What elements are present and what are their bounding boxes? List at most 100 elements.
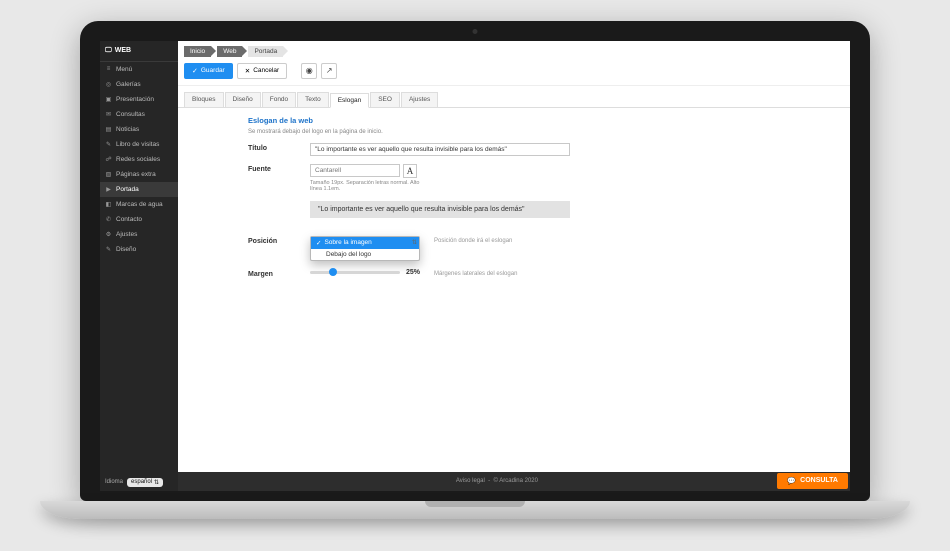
posicion-option-0-label: Sobre la imagen (324, 239, 371, 246)
sidebar-item-label: Consultas (116, 111, 145, 118)
main-area: Inicio Web Portada ✓ Guardar ✕ Cancelar (178, 41, 850, 491)
sidebar-item-label: Contacto (116, 216, 142, 223)
menú-icon: ≡ (105, 66, 112, 73)
margen-value: 25% (406, 269, 420, 276)
sidebar-item-label: Marcas de agua (116, 201, 163, 208)
sidebar-item-redes-sociales[interactable]: ☍ Redes sociales (100, 152, 178, 167)
redes-sociales-icon: ☍ (105, 156, 112, 163)
cancel-label: Cancelar (253, 67, 279, 74)
slogan-preview: "Lo importante es ver aquello que result… (310, 201, 570, 218)
cancel-button[interactable]: ✕ Cancelar (237, 63, 287, 79)
chevron-updown-icon: ⇅ (154, 479, 159, 486)
preview-eye-button[interactable]: ◉ (301, 63, 317, 79)
noticias-icon: ▤ (105, 126, 112, 133)
tab-ajustes[interactable]: Ajustes (401, 92, 438, 107)
footer: Aviso legal - © Arcadina 2020 f 𝕏 ▶ ◻ (178, 472, 850, 491)
sidebar-item-portada[interactable]: ▶ Portada (100, 182, 178, 197)
margen-slider[interactable] (310, 271, 400, 274)
sidebar-item-label: Noticias (116, 126, 139, 133)
section-title: Eslogan de la web (248, 116, 842, 125)
tab-diseño[interactable]: Diseño (225, 92, 261, 107)
margen-label: Margen (248, 269, 296, 278)
close-icon: ✕ (245, 67, 250, 75)
font-icon: A (407, 166, 414, 176)
font-picker-button[interactable]: A (403, 164, 417, 178)
sidebar: 🖵 WEB ≡ Menú ◎ Galerías ▣ Presentación ✉ Consul… (100, 41, 178, 491)
breadcrumb-item-web[interactable]: Web (217, 46, 242, 57)
brand-label: WEB (115, 47, 131, 54)
language-selector-row: Idioma español ⇅ (100, 474, 178, 491)
toolbar: ✓ Guardar ✕ Cancelar ◉ ↗ (178, 60, 850, 86)
contacto-icon: ✆ (105, 216, 112, 223)
ajustes-icon: ⚙ (105, 231, 112, 238)
sidebar-item-ajustes[interactable]: ⚙ Ajustes (100, 227, 178, 242)
tabs: BloquesDiseñoFondoTextoEsloganSEOAjustes (178, 86, 850, 108)
posicion-option-selected[interactable]: ✓ Sobre la imagen (311, 237, 419, 249)
sidebar-item-label: Redes sociales (116, 156, 160, 163)
sidebar-item-label: Menú (116, 66, 132, 73)
sidebar-item-páginas-extra[interactable]: ▧Páginas extra (100, 167, 178, 182)
presentación-icon: ▣ (105, 96, 112, 103)
titulo-input[interactable] (310, 143, 570, 156)
posicion-dropdown[interactable]: ✓ Sobre la imagen Debajo del logo ⇅ (310, 236, 420, 261)
language-value: español (131, 479, 152, 485)
galerías-icon: ◎ (105, 81, 112, 88)
footer-copyright: © Arcadina 2020 (494, 478, 538, 484)
section-hint: Se mostrará debajo del logo en la página… (248, 129, 842, 135)
consulta-label: CONSULTA (800, 477, 838, 484)
sidebar-brand: 🖵 WEB (100, 41, 178, 62)
sidebar-item-label: Páginas extra (116, 171, 156, 178)
sidebar-item-diseño[interactable]: ✎Diseño (100, 242, 178, 257)
external-link-button[interactable]: ↗ (321, 63, 337, 79)
tab-eslogan[interactable]: Eslogan (330, 93, 370, 108)
sidebar-item-consultas[interactable]: ✉ Consultas (100, 107, 178, 122)
save-label: Guardar (201, 67, 225, 74)
chat-icon: 💬 (787, 477, 796, 485)
slider-thumb[interactable] (329, 268, 337, 276)
check-icon: ✓ (192, 67, 198, 75)
tab-seo[interactable]: SEO (370, 92, 400, 107)
sidebar-item-label: Presentación (116, 96, 154, 103)
sidebar-item-label: Galerías (116, 81, 141, 88)
posicion-label: Posición (248, 236, 296, 245)
fuente-hint: Tamaño 19px. Separación letras normal. A… (310, 180, 430, 193)
save-button[interactable]: ✓ Guardar (184, 63, 233, 79)
sidebar-item-label: Libro de visitas (116, 141, 159, 148)
sidebar-item-menú[interactable]: ≡ Menú (100, 62, 178, 77)
tab-bloques[interactable]: Bloques (184, 92, 224, 107)
fuente-label: Fuente (248, 164, 296, 173)
posicion-hint: Posición donde irá el eslogan (434, 236, 512, 244)
consulta-button[interactable]: 💬 CONSULTA (777, 473, 848, 489)
sidebar-item-label: Portada (116, 186, 139, 193)
libro-de-visitas-icon: ✎ (105, 141, 112, 148)
monitor-icon: 🖵 (105, 47, 112, 55)
sidebar-item-noticias[interactable]: ▤ Noticias (100, 122, 178, 137)
sidebar-item-marcas-de-agua[interactable]: ◧ Marcas de agua (100, 197, 178, 212)
footer-legal[interactable]: Aviso legal (456, 478, 485, 484)
sidebar-item-galerías[interactable]: ◎ Galerías (100, 77, 178, 92)
breadcrumb-item-inicio[interactable]: Inicio (184, 46, 211, 57)
posicion-option-1-label: Debajo del logo (326, 251, 371, 258)
fuente-value: Cantarell (310, 164, 400, 177)
footer-center: Aviso legal - © Arcadina 2020 (456, 478, 538, 484)
eye-icon: ◉ (306, 66, 313, 75)
sidebar-item-label: Ajustes (116, 231, 137, 238)
breadcrumb: Inicio Web Portada (178, 41, 850, 60)
sidebar-item-presentación[interactable]: ▣ Presentación (100, 92, 178, 107)
posicion-option-1[interactable]: Debajo del logo (311, 249, 419, 260)
tab-fondo[interactable]: Fondo (262, 92, 296, 107)
sidebar-item-libro-de-visitas[interactable]: ✎ Libro de visitas (100, 137, 178, 152)
diseño-icon: ✎ (105, 246, 112, 253)
sidebar-item-contacto[interactable]: ✆ Contacto (100, 212, 178, 227)
margen-hint: Márgenes laterales del eslogan (434, 269, 517, 277)
breadcrumb-item-portada[interactable]: Portada (248, 46, 283, 57)
chevron-updown-icon: ⇅ (412, 239, 417, 246)
language-select[interactable]: español ⇅ (127, 478, 163, 487)
consultas-icon: ✉ (105, 111, 112, 118)
tab-content: Eslogan de la web Se mostrará debajo del… (178, 108, 850, 472)
portada-icon: ▶ (105, 186, 112, 193)
tab-texto[interactable]: Texto (297, 92, 329, 107)
language-label: Idioma (105, 479, 123, 485)
external-icon: ↗ (326, 66, 333, 75)
marcas-de-agua-icon: ◧ (105, 201, 112, 208)
